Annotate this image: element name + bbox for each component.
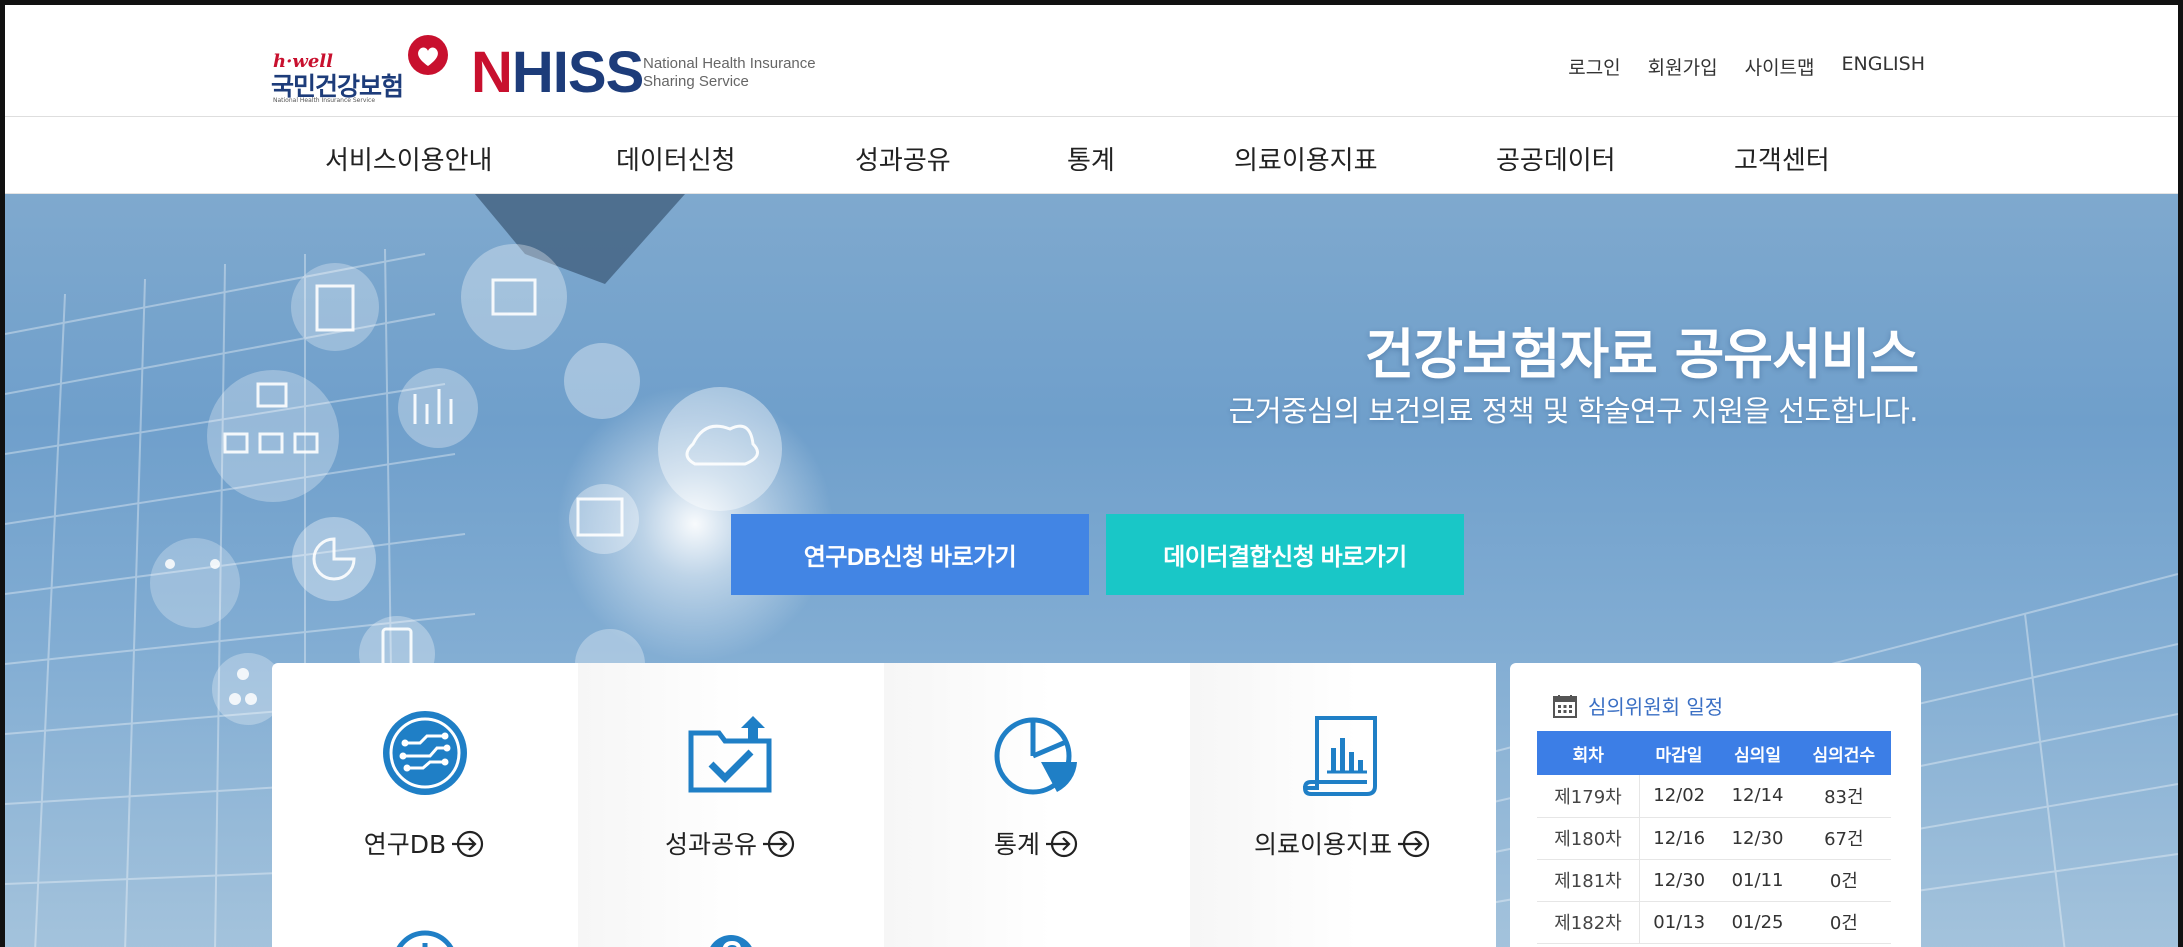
arrow-circle-right-icon	[763, 830, 795, 858]
browser-frame: h·well 국민건강보험 National Health Insurance …	[0, 0, 2183, 947]
nav-item-results[interactable]: 성과공유	[855, 140, 951, 177]
logo-subtitle-line2: Sharing Service	[643, 73, 749, 90]
committee-schedule-panel: 심의위원회 일정 회차 마감일 심의일 심의건수 제179차 12/02 12/…	[1510, 663, 1921, 947]
cell-review-count: 83건	[1796, 775, 1891, 818]
quick-label-statistics: 통계	[884, 825, 1190, 861]
arrow-circle-right-icon	[452, 830, 484, 858]
cell-review-date: 01/25	[1718, 901, 1797, 944]
logo-hiss-letters: HISS	[511, 40, 644, 105]
logo-small-text: National Health Insurance Service	[273, 97, 376, 104]
english-link[interactable]: ENGLISH	[1842, 53, 1925, 80]
cell-round: 제181차	[1537, 859, 1640, 902]
site-logo[interactable]: h·well 국민건강보험 National Health Insurance …	[267, 27, 827, 105]
heart-icon	[408, 35, 448, 75]
data-combine-request-button[interactable]: 데이터결합신청 바로가기	[1106, 514, 1464, 595]
calendar-icon	[1553, 694, 1577, 718]
nav-item-service-guide[interactable]: 서비스이용안내	[325, 140, 492, 177]
nav-item-statistics[interactable]: 통계	[1067, 140, 1115, 177]
quick-item-research-db[interactable]: 연구DB	[272, 663, 578, 947]
arrow-circle-right-icon	[1046, 830, 1078, 858]
hero-banner: 건강보험자료 공유서비스 근거중심의 보건의료 정책 및 학술연구 지원을 선도…	[5, 194, 2178, 947]
table-row: 제180차 12/16 12/30 67건	[1537, 817, 1891, 860]
table-row: 제179차 12/02 12/14 83건	[1537, 775, 1891, 818]
table-row: 제181차 12/30 01/11 0건	[1537, 859, 1891, 902]
schedule-header-row: 회차 마감일 심의일 심의건수	[1537, 731, 1891, 775]
clock-icon	[396, 930, 454, 947]
header-review-date: 심의일	[1718, 731, 1797, 775]
logo-subtitle: National Health Insurance Sharing Servic…	[643, 55, 816, 91]
nav-item-data-request[interactable]: 데이터신청	[616, 140, 736, 177]
network-icon	[1002, 925, 1072, 947]
header-round: 회차	[1537, 731, 1640, 775]
quick-label-results: 성과공유	[578, 825, 884, 861]
quick-label-medical-index: 의료이용지표	[1190, 825, 1496, 861]
top-bar: h·well 국민건강보험 National Health Insurance …	[5, 5, 2178, 117]
cell-deadline: 12/02	[1639, 775, 1719, 818]
quick-label-text: 연구DB	[363, 830, 447, 859]
quick-label-text: 성과공유	[664, 830, 757, 859]
cell-round: 제182차	[1537, 901, 1640, 944]
logo-subtitle-line1: National Health Insurance	[643, 55, 816, 72]
cell-review-date: 01/11	[1718, 859, 1797, 902]
cell-review-date: 12/14	[1718, 775, 1797, 818]
quick-label-text: 의료이용지표	[1253, 830, 1392, 859]
quick-menu-panel: 연구DB 성과공유 통계 의료이용지표	[272, 663, 1496, 947]
cell-deadline: 12/30	[1639, 859, 1719, 902]
quick-item-statistics[interactable]: 통계	[884, 663, 1190, 947]
cell-deadline: 01/13	[1639, 901, 1719, 944]
cell-review-count: 0건	[1796, 901, 1891, 944]
cell-deadline: 12/16	[1639, 817, 1719, 860]
chat-bubble-icon	[1308, 925, 1378, 947]
research-db-request-button[interactable]: 연구DB신청 바로가기	[731, 514, 1089, 595]
schedule-table: 회차 마감일 심의일 심의건수 제179차 12/02 12/14 83건 제1…	[1537, 731, 1891, 944]
main-nav: 서비스이용안내 데이터신청 성과공유 통계 의료이용지표 공공데이터 고객센터	[5, 118, 2178, 194]
table-row: 제182차 01/13 01/25 0건	[1537, 901, 1891, 944]
logo-nhiss-text: NHISS	[471, 40, 644, 105]
login-link[interactable]: 로그인	[1568, 53, 1620, 80]
logo-n-letter: N	[471, 40, 513, 105]
hero-title: 건강보험자료 공유서비스	[1364, 323, 1919, 386]
header-deadline: 마감일	[1639, 731, 1719, 775]
cell-review-date: 12/30	[1718, 817, 1797, 860]
committee-schedule-title-text: 심의위원회 일정	[1588, 695, 1724, 719]
cell-review-count: 67건	[1796, 817, 1891, 860]
pie-chart-icon	[994, 717, 1077, 795]
nav-item-medical-index[interactable]: 의료이용지표	[1234, 140, 1378, 177]
nav-item-public-data[interactable]: 공공데이터	[1496, 140, 1616, 177]
bar-chart-document-icon	[1302, 716, 1377, 796]
quick-label-text: 통계	[993, 830, 1040, 859]
header-review-count: 심의건수	[1796, 731, 1891, 775]
utility-menu: 로그인 회원가입 사이트맵 ENGLISH	[1568, 53, 1925, 80]
nav-item-customer-center[interactable]: 고객센터	[1734, 140, 1830, 177]
cell-round: 제179차	[1537, 775, 1640, 818]
question-icon	[710, 935, 752, 947]
cell-round: 제180차	[1537, 817, 1640, 860]
quick-item-results[interactable]: 성과공유	[578, 663, 884, 947]
circuit-icon	[383, 711, 467, 795]
hero-subtitle: 근거중심의 보건의료 정책 및 학술연구 지원을 선도합니다.	[1228, 394, 1919, 428]
arrow-circle-right-icon	[1398, 830, 1430, 858]
signup-link[interactable]: 회원가입	[1648, 53, 1718, 80]
committee-schedule-title: 심의위원회 일정	[1552, 691, 1723, 720]
cell-review-count: 0건	[1796, 859, 1891, 902]
sitemap-link[interactable]: 사이트맵	[1745, 53, 1815, 80]
quick-item-medical-index[interactable]: 의료이용지표	[1190, 663, 1496, 947]
folder-upload-icon	[688, 716, 772, 793]
quick-label-research-db: 연구DB	[272, 825, 578, 861]
